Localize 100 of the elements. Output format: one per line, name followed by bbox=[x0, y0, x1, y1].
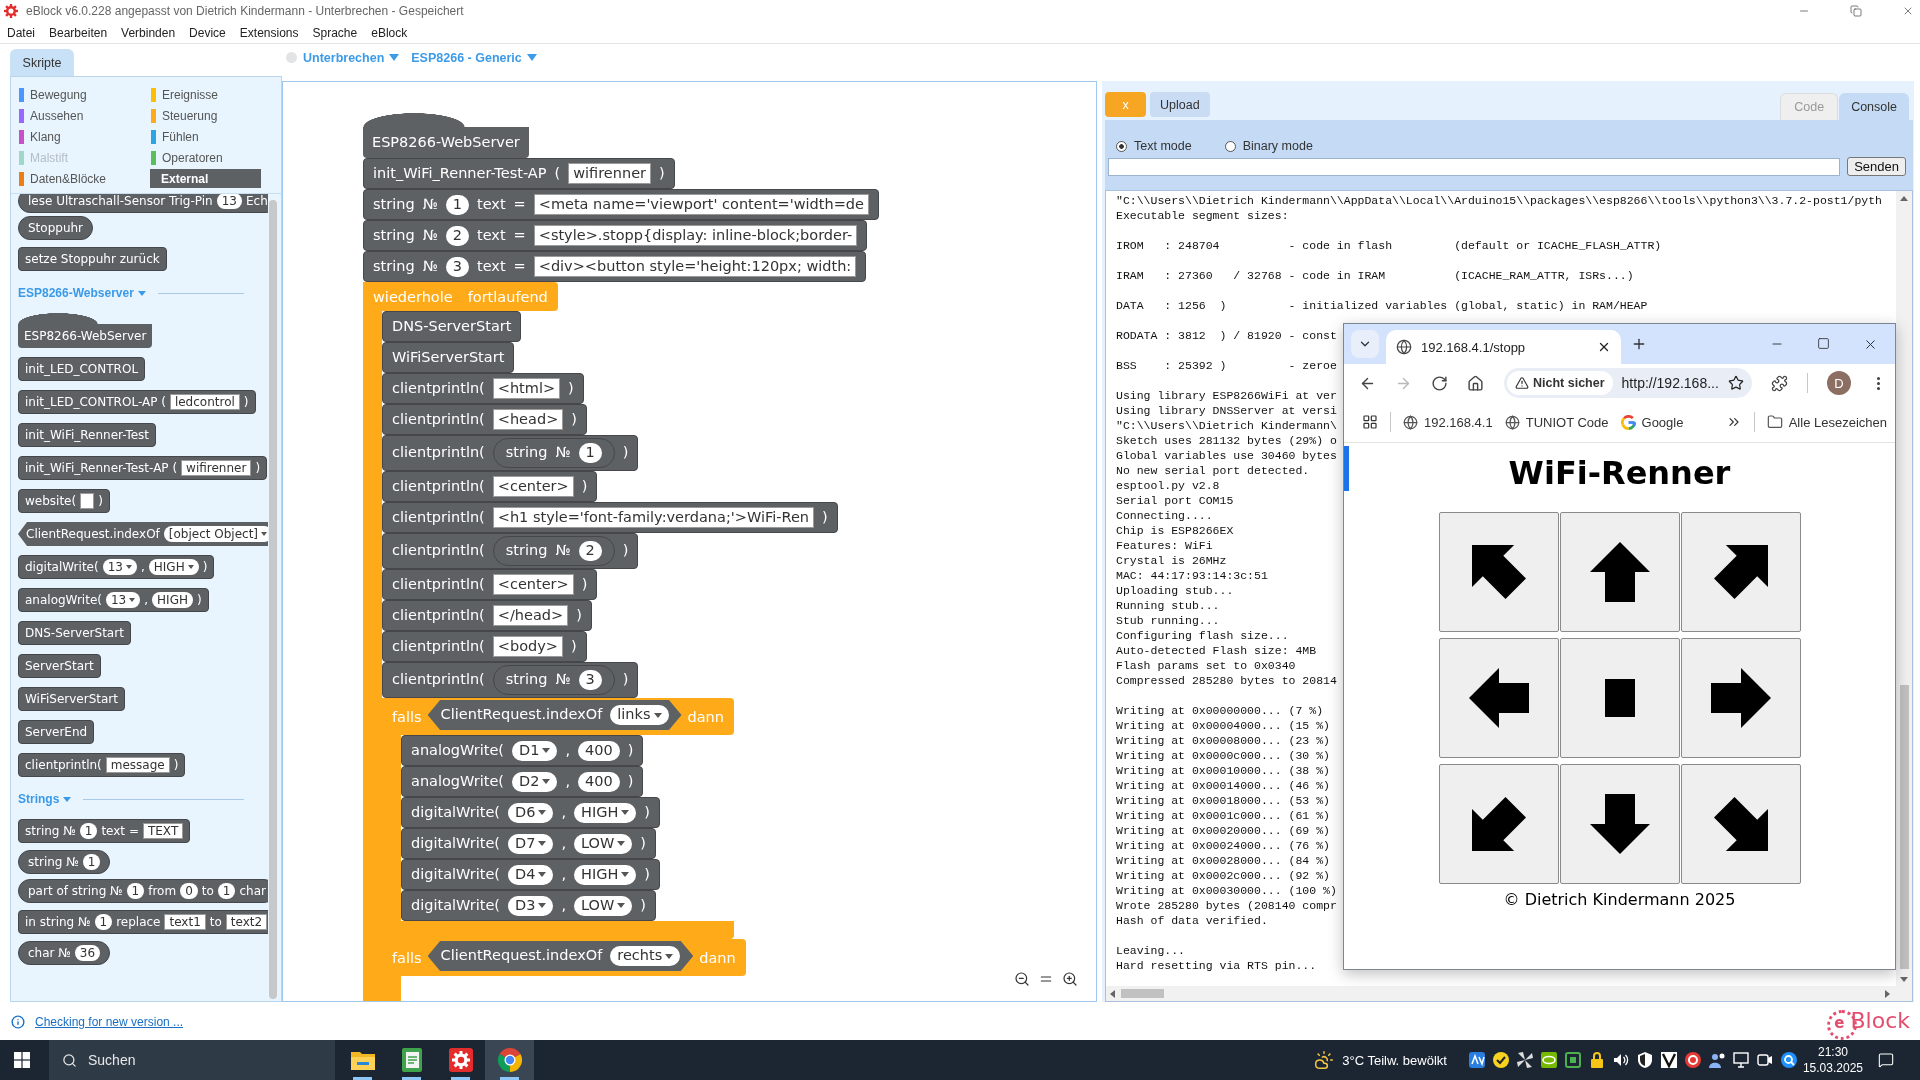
text-input[interactable]: <h1 style='font-family:verdana;'>WiFi-Ren bbox=[492, 507, 815, 528]
arrow-button[interactable] bbox=[1438, 764, 1559, 884]
code-block[interactable]: analogWrite( 13 , HIGH ) bbox=[18, 588, 209, 612]
reporter-block[interactable]: string № 1 bbox=[18, 850, 111, 874]
reload-icon[interactable] bbox=[1431, 374, 1448, 392]
send-button[interactable]: Senden bbox=[1847, 157, 1906, 176]
text-input[interactable]: text1 bbox=[164, 914, 206, 930]
category-item[interactable]: Klang bbox=[19, 126, 151, 147]
close-icon[interactable] bbox=[1597, 340, 1611, 354]
dropdown-input[interactable]: LOW bbox=[574, 895, 633, 916]
code-block[interactable]: clientprintln( message ) bbox=[18, 753, 186, 777]
value-input[interactable]: 3 bbox=[445, 256, 469, 277]
dropdown-input[interactable]: rechts bbox=[610, 946, 681, 966]
menu-item[interactable]: Device bbox=[189, 25, 226, 40]
code-block[interactable]: clientprintln( string № 3 ) bbox=[382, 662, 639, 698]
value-input[interactable]: 2 bbox=[445, 225, 469, 246]
text-input[interactable]: <center> bbox=[492, 476, 574, 497]
code-block[interactable]: clientprintln( </head> ) bbox=[382, 600, 592, 631]
code-block[interactable]: digitalWrite( 13 , HIGH ) bbox=[18, 555, 215, 579]
dropdown-input[interactable]: D1 bbox=[512, 740, 558, 761]
arrow-button[interactable] bbox=[1438, 638, 1559, 758]
code-block[interactable]: clientprintln( <center> ) bbox=[382, 569, 598, 600]
code-block[interactable]: digitalWrite( D6 , HIGH ) bbox=[401, 797, 660, 828]
value-input[interactable]: 1 bbox=[126, 883, 145, 899]
category-item[interactable]: Ereignisse bbox=[151, 84, 271, 105]
reporter-block[interactable]: lese Ultraschall-Sensor Trig-Pin 13 Ech bbox=[18, 194, 268, 213]
upload-button[interactable]: Upload bbox=[1150, 92, 1210, 117]
code-block[interactable]: clientprintln( <html> ) bbox=[382, 373, 584, 404]
text-input[interactable]: <style>.stopp{display: inline-block;border- bbox=[533, 225, 858, 246]
dropdown-input[interactable]: D3 bbox=[508, 895, 554, 916]
address-bar[interactable]: Nicht sicher http://192.168... bbox=[1504, 368, 1752, 398]
code-block[interactable]: init_LED_CONTROL-AP ( ledcontrol ) bbox=[18, 390, 256, 414]
category-item[interactable]: External bbox=[150, 169, 261, 188]
tray-app-icon[interactable] bbox=[1756, 1052, 1773, 1068]
check-circle-icon[interactable] bbox=[1492, 1052, 1509, 1068]
browser-tab[interactable]: 192.168.4.1/stopp bbox=[1386, 330, 1621, 364]
text-input[interactable]: message bbox=[105, 757, 170, 773]
scroll-thumb[interactable] bbox=[1121, 989, 1164, 998]
four-squares-icon[interactable] bbox=[14, 1052, 30, 1068]
scroll-thumb[interactable] bbox=[1899, 685, 1909, 969]
value-input[interactable]: 400 bbox=[578, 771, 620, 792]
code-block[interactable]: analogWrite( D1 , 400 ) bbox=[401, 735, 644, 766]
value-input[interactable]: 13 bbox=[216, 194, 242, 209]
code-block[interactable]: DNS-ServerStart bbox=[18, 621, 131, 645]
code-block[interactable]: init_WiFi_Renner-Test-AP ( wifirenner ) bbox=[363, 158, 675, 189]
tray-app-icon[interactable] bbox=[1780, 1052, 1797, 1068]
apps-grid-icon[interactable] bbox=[1362, 414, 1378, 430]
scrollbar[interactable] bbox=[1106, 986, 1912, 1001]
code-block[interactable]: clientprintln( <center> ) bbox=[382, 471, 598, 502]
code-block[interactable]: ServerStart bbox=[18, 654, 101, 678]
value-input[interactable]: 1 bbox=[578, 443, 602, 463]
text-input[interactable]: <body> bbox=[492, 636, 563, 657]
code-block[interactable]: init_WiFi_Renner-Test bbox=[18, 423, 157, 447]
zoom-out-icon[interactable] bbox=[1014, 971, 1030, 987]
value-input[interactable]: HIGH bbox=[152, 592, 193, 608]
code-block[interactable]: analogWrite( D2 , 400 ) bbox=[401, 766, 644, 797]
lock-icon[interactable] bbox=[1588, 1052, 1605, 1068]
puzzle-icon[interactable] bbox=[1770, 374, 1788, 392]
code-block[interactable]: WiFiServerStart bbox=[18, 687, 125, 711]
code-block[interactable]: clientprintln( <head> ) bbox=[382, 404, 587, 435]
tray-app-icon[interactable] bbox=[1660, 1052, 1677, 1068]
text-input[interactable]: <div><button style='height:120px; width: bbox=[533, 256, 857, 277]
tray-app-icon[interactable] bbox=[1516, 1052, 1533, 1068]
radio-option[interactable]: Text mode bbox=[1116, 139, 1192, 153]
code-block[interactable]: string № 3 text = <div><button style='height:120px; width: bbox=[363, 251, 867, 282]
profile-avatar[interactable]: D bbox=[1826, 371, 1851, 395]
category-item[interactable]: Daten&Blöcke bbox=[19, 168, 151, 189]
if-block[interactable]: falls ClientRequest.indexOf links dann analogWrite( D1 , 400 ) analogWrite( D2 , 400 ) digitalWrite( D6 , HIGH ) digitalWrite( D7 , LOW ) digitalWrite( D4 , HIGH ) digitalWrite( D3 , LOW ) bbox=[382, 698, 734, 939]
dropdown-input[interactable]: 13 bbox=[102, 559, 137, 575]
menu-item[interactable]: Bearbeiten bbox=[49, 25, 108, 40]
dropdown-input[interactable]: links bbox=[610, 705, 669, 725]
dropdown-input[interactable]: HIGH bbox=[574, 802, 637, 823]
star-icon[interactable] bbox=[1727, 375, 1744, 391]
reporter-block[interactable]: string № 3 bbox=[492, 665, 615, 695]
code-block[interactable]: clientprintln( string № 1 ) bbox=[382, 435, 639, 471]
text-input[interactable]: text2 bbox=[225, 914, 268, 930]
code-block[interactable]: clientprintln( <body> ) bbox=[382, 631, 587, 662]
record-icon[interactable] bbox=[1684, 1052, 1701, 1068]
taskbar-button[interactable] bbox=[485, 1040, 534, 1080]
if-block[interactable]: falls ClientRequest.indexOf rechts dann bbox=[382, 939, 746, 1001]
bookmark[interactable]: 192.168.4.1 bbox=[1403, 414, 1493, 430]
gear-app-icon[interactable] bbox=[448, 1048, 473, 1072]
scroll-right-icon[interactable] bbox=[1885, 989, 1890, 998]
text-input[interactable]: wifirenner bbox=[181, 460, 252, 476]
reporter-block[interactable]: string № 1 bbox=[492, 438, 615, 468]
tab[interactable]: Skripte bbox=[10, 49, 74, 76]
code-block[interactable]: digitalWrite( D3 , LOW ) bbox=[401, 890, 656, 921]
bookmark[interactable]: TUNIOT Code bbox=[1504, 414, 1609, 430]
code-block[interactable]: string № 1 text = TEXT bbox=[18, 819, 191, 843]
notification-icon[interactable] bbox=[1878, 1052, 1894, 1068]
app-tile-icon[interactable] bbox=[1468, 1052, 1485, 1068]
arrow-button[interactable] bbox=[1559, 512, 1680, 632]
text-input[interactable]: TEXT bbox=[142, 823, 184, 839]
dropdown-input[interactable]: LOW bbox=[574, 833, 633, 854]
radio-option[interactable]: Binary mode bbox=[1224, 139, 1313, 153]
condition-block[interactable]: ClientRequest.indexOf rechts bbox=[427, 941, 694, 971]
dropdown-input[interactable]: 13 bbox=[105, 592, 141, 608]
category-item[interactable]: Fühlen bbox=[151, 126, 271, 147]
input-field[interactable] bbox=[1108, 157, 1841, 176]
code-block[interactable]: init_LED_CONTROL bbox=[18, 357, 146, 381]
